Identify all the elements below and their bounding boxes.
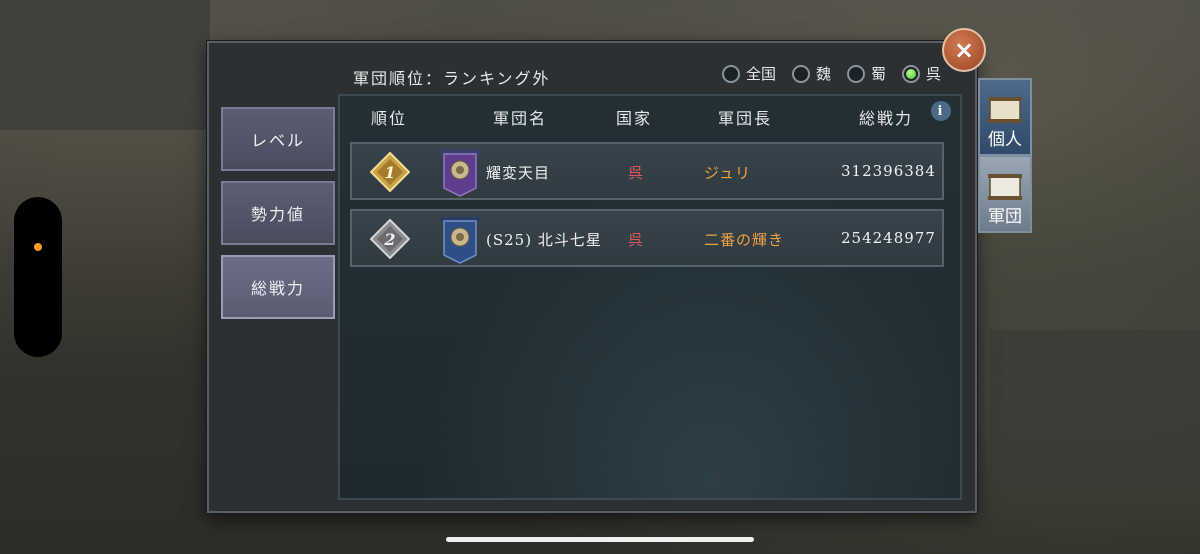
indicator-dot <box>34 243 42 251</box>
close-button[interactable]: × <box>942 28 986 72</box>
column-rank: 順位 <box>371 109 408 128</box>
home-indicator[interactable] <box>446 537 754 542</box>
close-icon: × <box>953 36 975 64</box>
column-total-power: 総戦力 <box>859 109 914 128</box>
side-handle[interactable] <box>14 197 62 357</box>
filter-label-shu: 蜀 <box>870 65 886 83</box>
tab-total-power[interactable]: 総戦力 <box>221 255 335 319</box>
tab-personal-label: 個人 <box>988 130 1022 150</box>
gold-rank-badge-icon: 1 <box>370 152 410 192</box>
tab-total-power-label: 総戦力 <box>251 279 306 298</box>
table-header: 順位 軍団名 国家 軍団長 総戦力 i <box>339 97 955 133</box>
tab-level-label: レベル <box>251 131 306 150</box>
filter-radio-shu[interactable] <box>846 64 865 83</box>
rank-number: 2 <box>383 230 395 249</box>
filter-radio-wei[interactable] <box>791 64 810 83</box>
tab-legion[interactable]: 軍団 <box>978 155 1032 233</box>
legion-country: 呉 <box>628 231 645 249</box>
legion-name: (S25) 北斗七星 <box>486 231 602 249</box>
legion-leader: 二番の輝き <box>704 231 785 249</box>
tab-influence[interactable]: 勢力値 <box>221 181 335 245</box>
column-leader: 軍団長 <box>718 109 773 128</box>
info-icon[interactable]: i <box>931 101 951 121</box>
legion-banner-icon <box>440 150 480 197</box>
background-building <box>0 0 210 130</box>
scroll-icon <box>988 174 1022 200</box>
column-name: 軍団名 <box>493 109 548 128</box>
column-country: 国家 <box>616 109 653 128</box>
silver-rank-badge-icon: 2 <box>370 219 410 259</box>
table-row[interactable]: 2 (S25) 北斗七星 呉 二番の輝き 254248977 <box>350 209 944 267</box>
tab-personal[interactable]: 個人 <box>978 78 1032 156</box>
legion-banner-icon <box>440 217 480 264</box>
rank-number: 1 <box>384 163 395 182</box>
ranking-status: 軍団順位：ランキング外 <box>353 69 551 88</box>
tab-level[interactable]: レベル <box>221 107 335 171</box>
table-row[interactable]: 1 耀変天目 呉 ジュリ 312396384 <box>350 142 944 200</box>
legion-total-power: 312396384 <box>841 162 936 180</box>
tab-influence-label: 勢力値 <box>251 205 306 224</box>
scroll-icon <box>988 97 1022 123</box>
filter-label-wei: 魏 <box>815 65 831 83</box>
filter-radio-all[interactable] <box>721 64 740 83</box>
country-filters: 全国 魏 蜀 呉 <box>721 63 941 84</box>
filter-radio-wu[interactable] <box>901 64 920 83</box>
filter-label-wu: 呉 <box>925 65 941 83</box>
background-building <box>990 330 1200 490</box>
legion-name: 耀変天目 <box>486 164 551 182</box>
tab-legion-label: 軍団 <box>988 207 1022 227</box>
filter-label-all: 全国 <box>745 65 776 83</box>
ranking-panel: 軍団順位：ランキング外 全国 魏 蜀 呉 レベル 勢力値 総戦力 順位 軍団名 … <box>207 41 977 513</box>
legion-leader: ジュリ <box>704 164 751 182</box>
legion-total-power: 254248977 <box>841 229 936 247</box>
legion-country: 呉 <box>628 164 645 182</box>
